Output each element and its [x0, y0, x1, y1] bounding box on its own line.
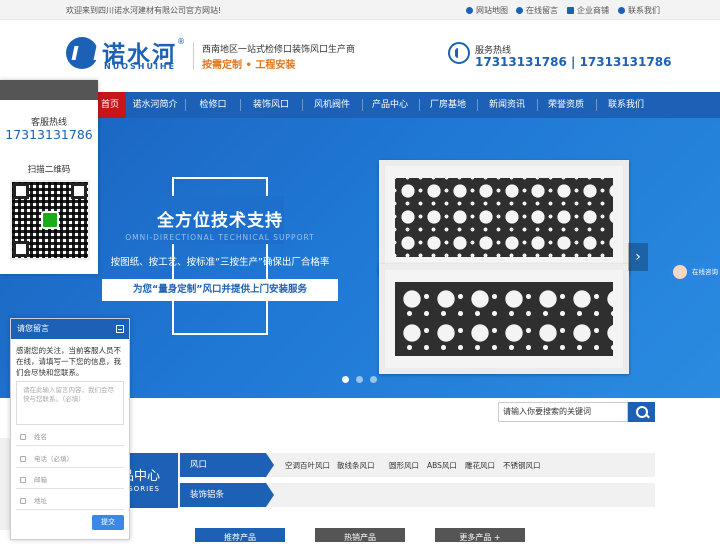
category-item[interactable]: ABS风口 [427, 454, 457, 478]
online-consult-tab[interactable]: 在线咨询 [670, 263, 720, 281]
search-input[interactable]: 请输入你要搜索的关键词 [498, 402, 628, 422]
phone-icon [618, 7, 625, 14]
qr-corner [71, 183, 87, 199]
category-item[interactable]: 空调百叶风口 [285, 454, 330, 478]
pin-icon [516, 7, 523, 14]
nav-separator [477, 99, 478, 111]
logo-en-text: NUOSHUIHE [104, 62, 177, 71]
vent-product-image-2 [379, 264, 629, 374]
phone-icon [20, 456, 26, 462]
address-field[interactable]: 地址 [16, 492, 124, 510]
message-textarea[interactable]: 请在此输入留言内容，我们会尽快与您联系。（必填） [16, 381, 124, 425]
nav-home[interactable]: 首页 [94, 92, 126, 118]
qr-corner [13, 183, 29, 199]
email-field[interactable]: 邮箱 [16, 471, 124, 489]
name-field[interactable]: 姓名 [16, 428, 124, 446]
user-icon [20, 434, 26, 440]
category-tab-vent[interactable]: 风口 [180, 453, 274, 477]
welcome-text: 欢迎来到四川诺水河建材有限公司官方网站! [66, 6, 222, 15]
category-tab-trim[interactable]: 装饰铝条 [180, 483, 274, 507]
nav-separator [185, 99, 186, 111]
qr-label: 扫描二维码 [27, 165, 71, 175]
hotline-number: 17313131786 | 17313131786 [475, 55, 672, 69]
category-item[interactable]: 不锈钢风口 [503, 454, 541, 478]
slide-dot-1[interactable] [342, 376, 349, 383]
slogan-line1: 西南地区一站式检修口装饰风口生产商 [202, 45, 356, 55]
nav-factory[interactable]: 厂房基地 [423, 92, 473, 118]
message-intro: 感谢您的关注，当前客服人员不在线，请填写一下您的信息，我们会尽快和您联系。 [16, 346, 121, 377]
wechat-icon [41, 211, 59, 229]
banner-subtitle: OMNI-DIRECTIONAL TECHNICAL SUPPORT [125, 233, 315, 242]
banner-line: 按图纸、按工艺、按标准“三按生产”确保出厂合格率 [110, 257, 330, 268]
mail-icon [20, 477, 26, 483]
nav-fan-valve[interactable]: 风机阀件 [306, 92, 358, 118]
top-bar: 欢迎来到四川诺水河建材有限公司官方网站! 网站地图 在线留言 企业商铺 联系我们 [0, 0, 720, 20]
nav-separator [537, 99, 538, 111]
banner-title: 全方位技术支持 [157, 211, 283, 231]
nav-separator [302, 99, 303, 111]
nav-news[interactable]: 新闻资讯 [481, 92, 533, 118]
sitemap-link[interactable]: 网站地图 [466, 5, 508, 16]
banner-next-arrow[interactable]: › [628, 243, 648, 271]
slide-dot-3[interactable] [370, 376, 377, 383]
shop-link[interactable]: 企业商铺 [567, 5, 609, 16]
slogan-line2: 按需定制 • 工程安装 [202, 60, 296, 71]
shop-icon [567, 7, 574, 14]
vent-product-image-1 [379, 160, 629, 275]
side-hotline-number: 17313131786 [5, 127, 93, 142]
hotline-phone-icon [448, 42, 470, 64]
slide-dot-2[interactable] [356, 376, 363, 383]
nav-air-vent[interactable]: 装饰风口 [245, 92, 297, 118]
side-panel-header [0, 80, 98, 100]
message-link[interactable]: 在线留言 [516, 5, 558, 16]
contact-link[interactable]: 联系我们 [618, 5, 660, 16]
nav-separator [596, 99, 597, 111]
qr-corner [13, 241, 29, 257]
message-title[interactable]: 请您留言 [11, 319, 129, 339]
nav-contact[interactable]: 联系我们 [600, 92, 652, 118]
minimize-icon[interactable] [116, 325, 124, 333]
search-icon[interactable] [628, 402, 655, 422]
header-divider [193, 42, 194, 70]
nav-products[interactable]: 产品中心 [366, 92, 414, 118]
phone-field[interactable]: 电话（必填） [16, 450, 124, 468]
logo-icon[interactable] [66, 37, 98, 69]
nav-separator [419, 99, 420, 111]
nav-honors[interactable]: 荣誉资质 [541, 92, 591, 118]
nav-access-panel[interactable]: 检修口 [190, 92, 236, 118]
location-icon [20, 498, 26, 504]
banner-box: 为您“量身定制”风口并提供上门安装服务 [102, 279, 338, 301]
category-item[interactable]: 雕花风口 [465, 454, 495, 478]
nav-separator [240, 99, 241, 111]
submit-button[interactable]: 提交 [92, 515, 124, 530]
registered-mark: ® [177, 37, 185, 46]
category-item[interactable]: 散线条风口 [337, 454, 375, 478]
nav-about[interactable]: 诺水河简介 [128, 92, 182, 118]
location-icon [466, 7, 473, 14]
category-item[interactable]: 圆形风口 [389, 454, 419, 478]
nav-separator [362, 99, 363, 111]
